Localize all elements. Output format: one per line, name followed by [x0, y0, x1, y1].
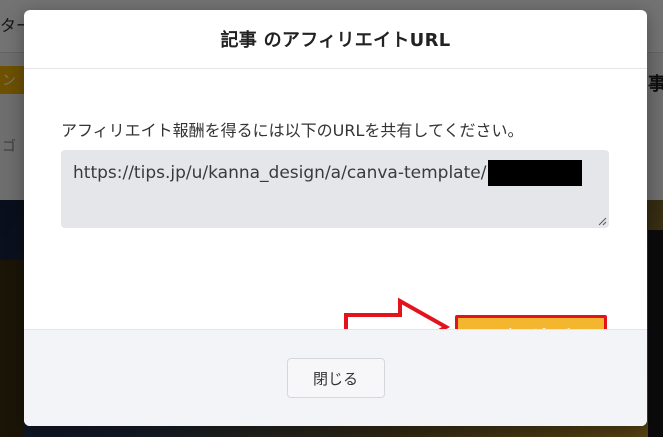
- modal-body: アフィリエイト報酬を得るには以下のURLを共有してください。 https://t…: [24, 69, 647, 357]
- affiliate-url-text: https://tips.jp/u/kanna_design/a/canva-t…: [73, 163, 487, 183]
- affiliate-description: アフィリエイト報酬を得るには以下のURLを共有してください。: [61, 121, 524, 140]
- resize-handle-icon[interactable]: [597, 216, 607, 226]
- affiliate-url-modal: 記事 のアフィリエイトURL アフィリエイト報酬を得るには以下のURLを共有して…: [24, 10, 647, 426]
- affiliate-url-textarea[interactable]: https://tips.jp/u/kanna_design/a/canva-t…: [61, 150, 609, 228]
- modal-footer: 閉じる: [24, 329, 647, 426]
- modal-title: 記事 のアフィリエイトURL: [220, 30, 451, 51]
- modal-header: 記事 のアフィリエイトURL: [24, 10, 647, 69]
- redaction-block: [488, 160, 583, 186]
- close-button[interactable]: 閉じる: [286, 358, 385, 398]
